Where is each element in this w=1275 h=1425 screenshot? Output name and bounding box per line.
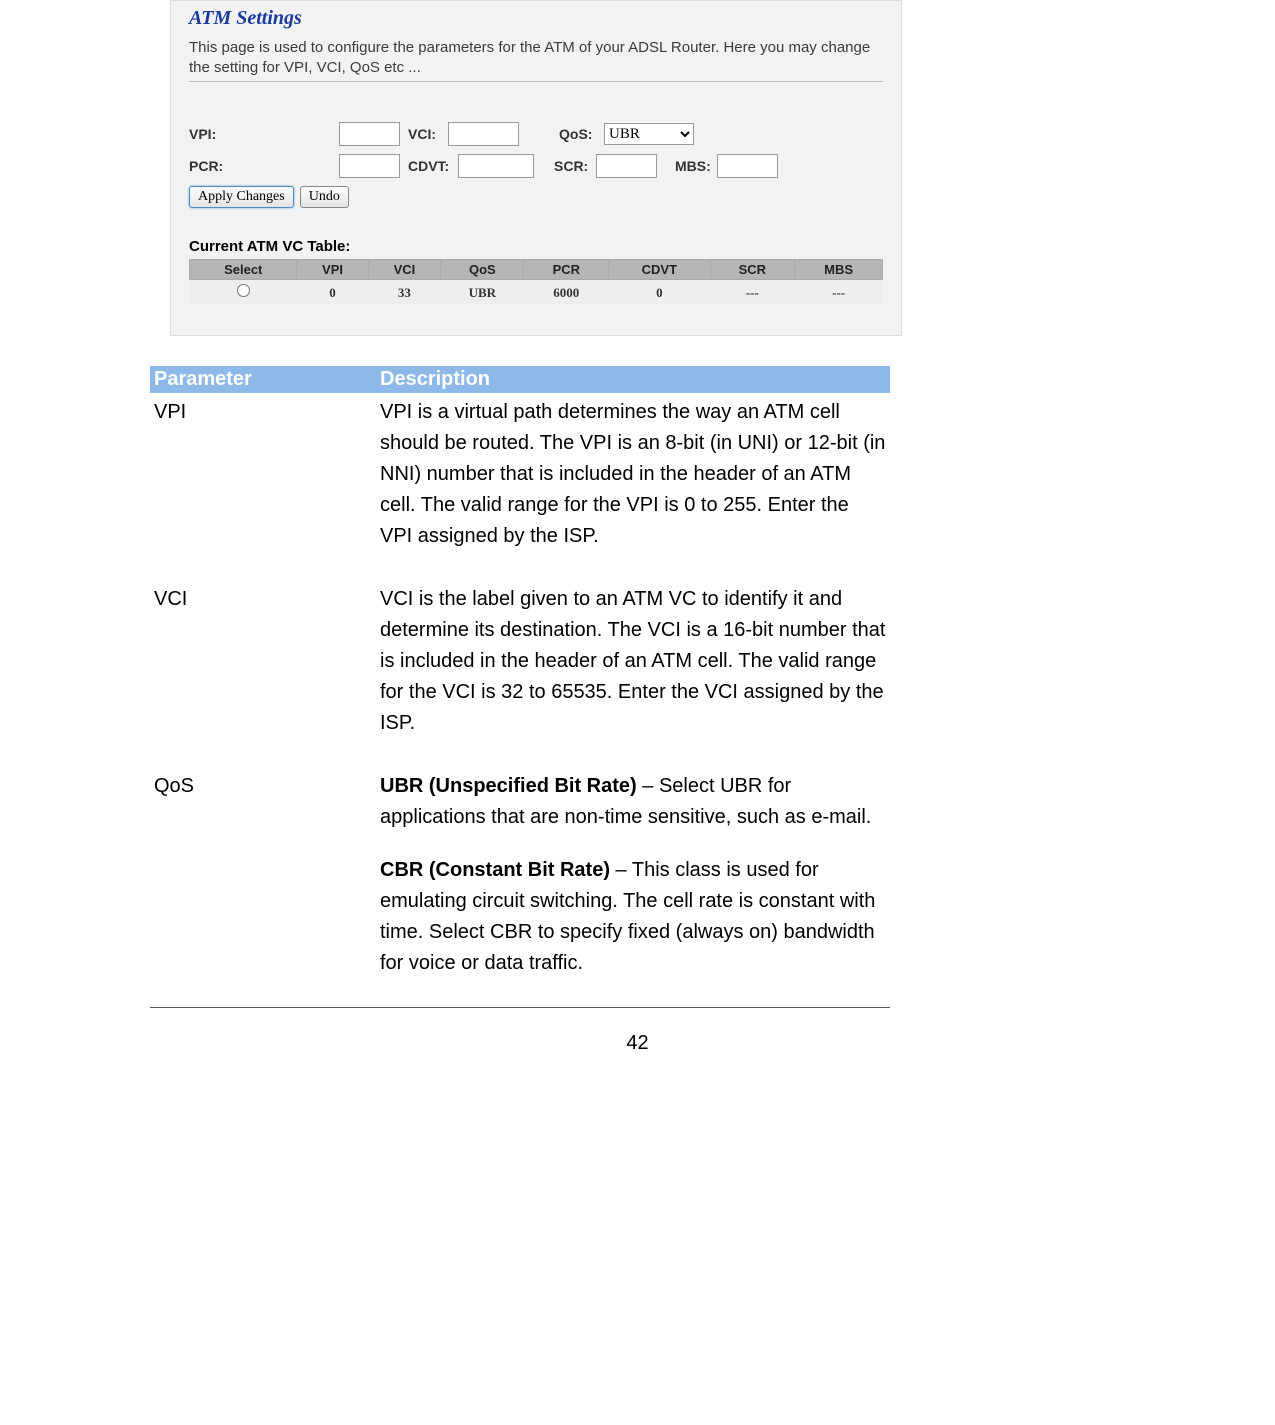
th-cdvt: CDVT xyxy=(609,260,710,280)
atm-settings-panel: ATM Settings This page is used to config… xyxy=(170,0,902,336)
scr-label: SCR: xyxy=(554,158,596,174)
page-number: 42 xyxy=(0,1032,1275,1055)
param-qos: QoS xyxy=(150,767,376,983)
pcr-input[interactable] xyxy=(339,154,400,178)
desc-vpi: VPI is a virtual path determines the way… xyxy=(376,393,890,556)
qos-select[interactable]: UBR xyxy=(604,123,694,145)
cell-vci: 33 xyxy=(368,280,441,306)
cell-scr: --- xyxy=(710,280,795,306)
cell-mbs: --- xyxy=(795,280,883,306)
param-vci: VCI xyxy=(150,580,376,743)
th-mbs: MBS xyxy=(795,260,883,280)
vci-label: VCI: xyxy=(408,126,448,142)
pcr-label: PCR: xyxy=(189,158,339,174)
footer-divider xyxy=(150,1007,890,1008)
vci-input[interactable] xyxy=(448,122,519,146)
doc-row-qos: QoS UBR (Unspecified Bit Rate) – Select … xyxy=(150,767,890,983)
panel-description: This page is used to configure the param… xyxy=(189,38,883,82)
desc-qos: UBR (Unspecified Bit Rate) – Select UBR … xyxy=(376,767,890,983)
table-row: 0 33 UBR 6000 0 --- --- xyxy=(190,280,883,306)
desc-vci: VCI is the label given to an ATM VC to i… xyxy=(376,580,890,743)
th-select: Select xyxy=(190,260,297,280)
undo-button[interactable]: Undo xyxy=(300,186,349,208)
th-vci: VCI xyxy=(368,260,441,280)
cell-pcr: 6000 xyxy=(524,280,609,306)
ubr-bold: UBR (Unspecified Bit Rate) xyxy=(380,775,637,797)
th-qos: QoS xyxy=(441,260,524,280)
param-vpi: VPI xyxy=(150,393,376,556)
th-vpi: VPI xyxy=(297,260,368,280)
vc-table-title: Current ATM VC Table: xyxy=(189,238,883,255)
atm-form: VPI: VCI: QoS: UBR PCR: CDVT: SCR: MBS: xyxy=(181,122,891,178)
cbr-bold: CBR (Constant Bit Rate) xyxy=(380,859,610,881)
scr-input[interactable] xyxy=(596,154,657,178)
mbs-label: MBS: xyxy=(675,158,717,174)
cdvt-input[interactable] xyxy=(458,154,534,178)
doc-row-vci: VCI VCI is the label given to an ATM VC … xyxy=(150,580,890,743)
vpi-input[interactable] xyxy=(339,122,400,146)
vpi-label: VPI: xyxy=(189,126,339,142)
qos-label: QoS: xyxy=(559,126,604,142)
row-select-radio[interactable] xyxy=(237,284,250,297)
cell-vpi: 0 xyxy=(297,280,368,306)
mbs-input[interactable] xyxy=(717,154,778,178)
cell-qos: UBR xyxy=(441,280,524,306)
th-scr: SCR xyxy=(710,260,795,280)
apply-changes-button[interactable]: Apply Changes xyxy=(189,186,294,208)
doc-header-description: Description xyxy=(376,366,890,393)
doc-row-vpi: VPI VPI is a virtual path determines the… xyxy=(150,393,890,556)
panel-title: ATM Settings xyxy=(189,7,891,30)
vc-table: Select VPI VCI QoS PCR CDVT SCR MBS 0 33… xyxy=(189,259,883,305)
th-pcr: PCR xyxy=(524,260,609,280)
cell-cdvt: 0 xyxy=(609,280,710,306)
parameter-doc-table: Parameter Description VPI VPI is a virtu… xyxy=(150,366,890,983)
cdvt-label: CDVT: xyxy=(408,158,458,174)
doc-header-parameter: Parameter xyxy=(150,366,376,393)
